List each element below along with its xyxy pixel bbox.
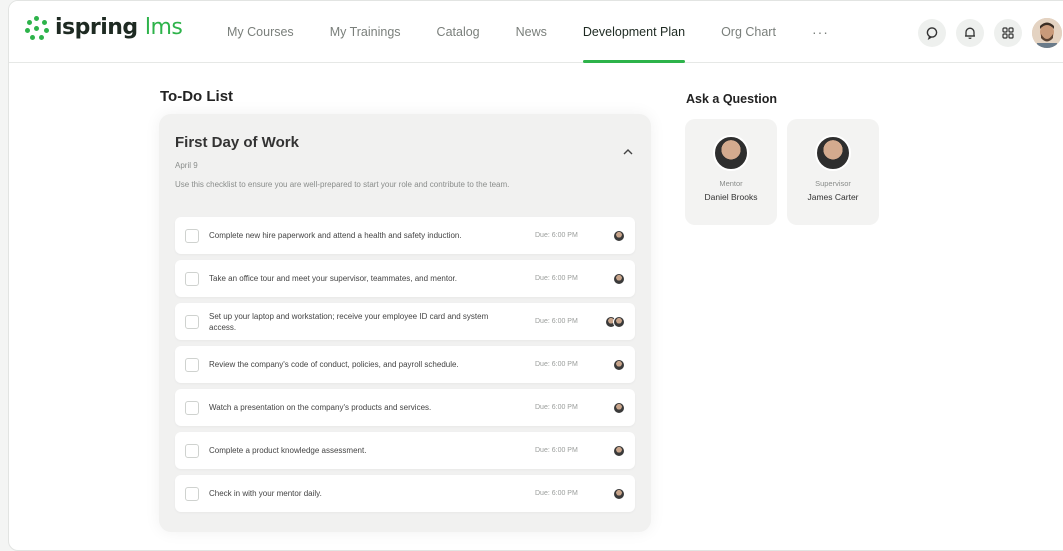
assignee-avatar [613,315,625,328]
task-row[interactable]: Review the company's code of conduct, po… [175,346,635,383]
logo-suffix: lms [144,15,183,40]
task-text: Watch a presentation on the company's pr… [209,403,432,412]
task-assignees [613,444,625,457]
apps-button[interactable] [994,19,1022,47]
task-assignees [613,487,625,500]
nav-news[interactable]: News [516,1,547,63]
task-checkbox[interactable] [185,228,199,243]
supervisor-avatar [815,135,851,171]
task-assignees [613,401,625,414]
task-checkbox[interactable] [185,357,199,372]
mentor-avatar [713,135,749,171]
supervisor-role: Supervisor [815,179,851,188]
task-row[interactable]: Take an office tour and meet your superv… [175,260,635,297]
task-due: Due: 6:00 PM [535,490,578,497]
task-row[interactable]: Complete new hire paperwork and attend a… [175,217,635,254]
task-due: Due: 6:00 PM [535,318,578,325]
task-checkbox[interactable] [185,271,199,286]
supervisor-card[interactable]: Supervisor James Carter [787,119,879,225]
task-assignees [613,229,625,242]
main-nav: My Courses My Trainings Catalog News Dev… [227,1,865,63]
task-due: Due: 6:00 PM [535,447,578,454]
logo-text: ispring lms [55,15,183,40]
task-checkbox[interactable] [185,443,199,458]
mentor-card[interactable]: Mentor Daniel Brooks [685,119,777,225]
card-header: First Day of Work April 9 Use this check… [175,134,635,189]
task-assignees [613,358,625,371]
todo-list-title: To-Do List [160,88,234,105]
card-description: Use this checklist to ensure you are wel… [175,180,510,189]
task-assignees [613,272,625,285]
collapse-button[interactable] [623,144,633,158]
task-text: Take an office tour and meet your superv… [209,274,457,283]
notifications-button[interactable] [956,19,984,47]
task-due: Due: 6:00 PM [535,361,578,368]
assignee-avatar [613,401,625,414]
ispring-logo[interactable]: ispring lms [25,15,183,40]
assignee-avatar [613,358,625,371]
app-window: ispring lms My Courses My Trainings Cata… [8,0,1063,551]
contacts-list: Mentor Daniel Brooks Supervisor James Ca… [685,119,879,225]
task-text: Complete a product knowledge assessment. [209,446,367,455]
assignee-avatar [613,444,625,457]
top-navigation-bar: ispring lms My Courses My Trainings Cata… [9,1,1063,63]
task-assignees [605,315,625,328]
toolbar [918,18,1062,48]
task-row[interactable]: Set up your laptop and workstation; rece… [175,303,635,340]
mentor-role: Mentor [719,179,743,188]
todo-card: First Day of Work April 9 Use this check… [159,114,651,532]
grid-icon [1002,27,1014,39]
task-due: Due: 6:00 PM [535,404,578,411]
task-text: Set up your laptop and workstation; rece… [209,311,489,332]
card-title: First Day of Work [175,134,299,151]
nav-catalog[interactable]: Catalog [437,1,480,63]
task-row[interactable]: Watch a presentation on the company's pr… [175,389,635,426]
search-button[interactable] [918,19,946,47]
task-checkbox[interactable] [185,400,199,415]
nav-development-plan[interactable]: Development Plan [582,1,686,63]
task-checkbox[interactable] [185,314,199,329]
mentor-name: Daniel Brooks [704,192,758,202]
assignee-avatar [613,272,625,285]
task-row[interactable]: Complete a product knowledge assessment.… [175,432,635,469]
logo-main: ispring [55,15,138,40]
card-date: April 9 [175,161,198,170]
nav-more-button[interactable]: ··· [812,1,829,63]
task-text: Check in with your mentor daily. [209,489,322,498]
task-text: Complete new hire paperwork and attend a… [209,231,462,240]
task-text: Review the company's code of conduct, po… [209,360,459,369]
nav-org-chart[interactable]: Org Chart [721,1,776,63]
bell-icon [965,27,975,39]
logo-icon [25,15,49,40]
assignee-avatar [613,487,625,500]
chevron-up-icon [623,149,633,155]
task-row[interactable]: Check in with your mentor daily. Due: 6:… [175,475,635,512]
nav-my-trainings[interactable]: My Trainings [330,1,401,63]
task-list: Complete new hire paperwork and attend a… [175,217,635,512]
supervisor-name: James Carter [807,192,859,202]
ask-question-title: Ask a Question [686,92,777,106]
task-due: Due: 6:00 PM [535,275,578,282]
assignee-avatar [613,229,625,242]
task-checkbox[interactable] [185,486,199,501]
search-icon [926,27,938,40]
user-avatar[interactable] [1032,18,1062,48]
user-photo-icon [1032,18,1062,48]
task-due: Due: 6:00 PM [535,232,578,239]
nav-my-courses[interactable]: My Courses [227,1,294,63]
